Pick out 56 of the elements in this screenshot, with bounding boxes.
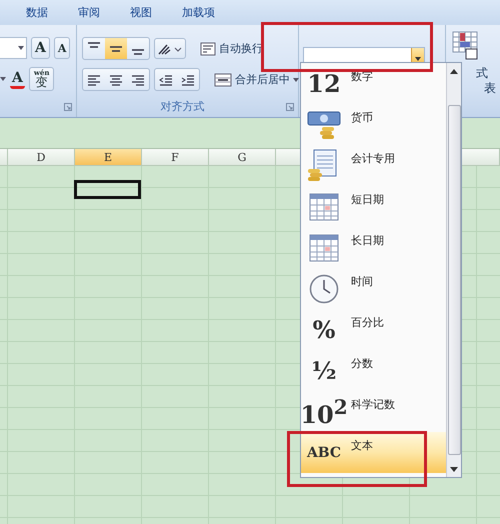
wrap-text-icon [200, 42, 216, 56]
format-glyph: 10$^{2}$ [300, 394, 348, 428]
button-label[interactable]: 式 [476, 65, 488, 82]
dropdown-arrow-icon [415, 56, 421, 60]
font-color-button[interactable]: A [10, 69, 25, 89]
menu-item[interactable]: 长日期 [301, 227, 446, 268]
clock-icon [309, 274, 339, 304]
scroll-thumb[interactable] [448, 105, 460, 455]
ribbon-tab[interactable]: 审阅 [74, 5, 104, 20]
indent-icon [181, 74, 195, 86]
merge-cells-icon [214, 72, 232, 86]
format-glyph: ABC [306, 444, 342, 460]
scroll-up-icon[interactable] [449, 67, 459, 75]
active-cell[interactable] [74, 180, 141, 199]
indent-icon [159, 74, 173, 86]
menu-item[interactable]: 短日期 [301, 186, 446, 227]
menu-item[interactable]: % 百分比 [301, 309, 446, 350]
scroll-down-icon[interactable] [449, 465, 459, 473]
menu-item[interactable]: ABC 文本 [301, 432, 446, 473]
ribbon-tab[interactable]: 数据 [22, 5, 52, 20]
shrink-font-button[interactable]: A [54, 37, 70, 59]
merge-center-button[interactable]: 合并后居中 [212, 72, 301, 87]
bottom-align-icon [131, 49, 145, 55]
calendar-icon [309, 234, 339, 262]
menu-item[interactable]: ½ 分数 [301, 350, 446, 391]
dropdown-arrow-icon[interactable] [0, 77, 6, 81]
orientation-button[interactable] [154, 38, 186, 59]
column-header[interactable]: D [8, 149, 75, 166]
column-header[interactable]: E [75, 149, 142, 166]
menu-item[interactable]: 货币 [301, 104, 446, 145]
align-lines-icon [87, 74, 101, 86]
group-label: 对齐方式 [160, 99, 206, 114]
dropdown-arrow-icon [18, 46, 24, 50]
scrollbar[interactable] [446, 63, 461, 477]
column-header[interactable]: G [209, 149, 276, 166]
align-lines-icon [131, 74, 145, 86]
middle-align-icon [109, 46, 123, 52]
dropdown-arrow-icon [293, 78, 299, 82]
menu-item[interactable]: 时间 [301, 268, 446, 309]
calendar-icon [309, 192, 339, 220]
wrap-text-button[interactable]: 自动换行 [198, 41, 265, 56]
conditional-format-icon[interactable] [452, 31, 478, 61]
column-header[interactable]: F [142, 149, 209, 166]
align-lines-icon [109, 74, 123, 86]
menu-item[interactable]: 会计专用 [301, 145, 446, 186]
button-label[interactable]: 表 [484, 80, 496, 97]
ribbon-tab[interactable]: 加载项 [178, 5, 219, 20]
grow-font-button[interactable]: A [31, 37, 50, 59]
ribbon-tab[interactable]: 视图 [126, 5, 156, 20]
format-glyph: % [312, 315, 336, 344]
banknote-coins-icon [306, 110, 342, 140]
font-size-field[interactable] [0, 37, 27, 59]
middle-align-button[interactable] [105, 38, 127, 59]
format-glyph: 12 [307, 69, 341, 98]
top-align-icon [87, 42, 101, 48]
format-glyph: ½ [311, 356, 337, 385]
